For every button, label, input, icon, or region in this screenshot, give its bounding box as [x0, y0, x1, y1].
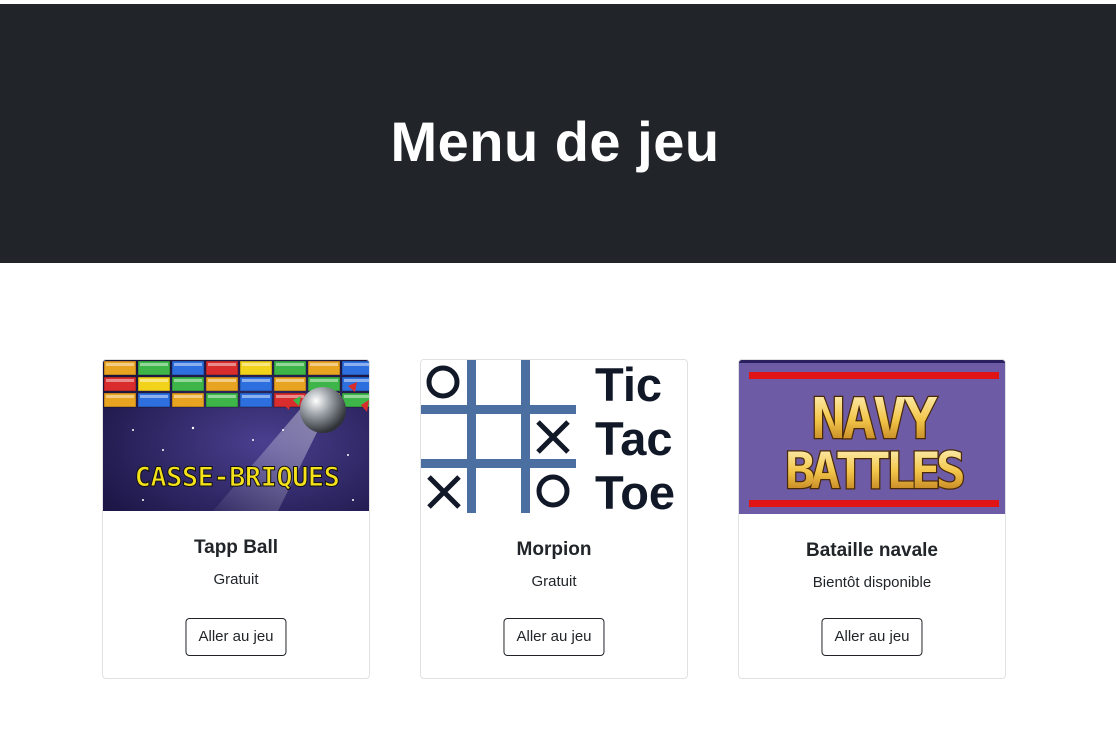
- brick-breaker-thumbnail[interactable]: CASSE-BRIQUES: [103, 360, 370, 511]
- go-to-game-button[interactable]: Aller au jeu: [821, 618, 923, 656]
- game-title: Morpion: [516, 539, 592, 560]
- game-price: Bientôt disponible: [812, 574, 932, 591]
- game-card-tapp-ball: CASSE-BRIQUES Tapp Ball Gratuit Aller au…: [102, 359, 370, 679]
- svg-text:Tac: Tac: [595, 412, 673, 465]
- game-price: Gratuit: [531, 573, 577, 590]
- page-header: Menu de jeu: [0, 4, 1116, 263]
- page-title: Menu de jeu: [390, 110, 720, 173]
- tic-tac-toe-text: Tic: [595, 360, 662, 411]
- casse-briques-logo: CASSE-BRIQUES: [135, 462, 340, 493]
- navy-battles-thumbnail[interactable]: NAVY BATTLES: [739, 360, 1006, 514]
- game-title: Tapp Ball: [193, 537, 279, 558]
- go-to-game-button[interactable]: Aller au jeu: [503, 618, 605, 656]
- game-title: Bataille navale: [805, 540, 939, 561]
- svg-text:Toe: Toe: [595, 466, 675, 513]
- game-card-bataille-navale: NAVY BATTLES Bataille navale Bientôt dis…: [738, 359, 1006, 679]
- tic-tac-toe-thumbnail[interactable]: Tic Tac Toe: [421, 360, 688, 513]
- svg-text:BATTLES: BATTLES: [785, 442, 964, 500]
- go-to-game-button[interactable]: Aller au jeu: [185, 618, 287, 656]
- game-card-morpion: Tic Tac Toe Morpion Gratuit Aller au jeu: [420, 359, 688, 679]
- game-price: Gratuit: [213, 571, 259, 588]
